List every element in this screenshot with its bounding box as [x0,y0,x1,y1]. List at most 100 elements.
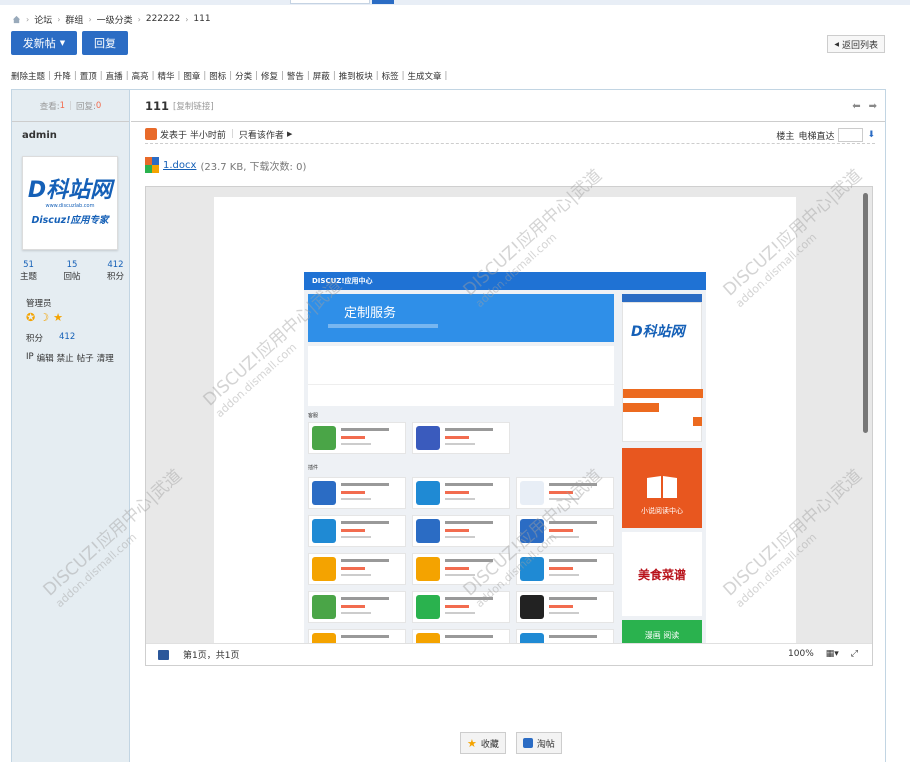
credit-row: 积分 412 [26,332,75,344]
arrow-down-icon[interactable]: ⬇ [867,130,875,140]
viewer-scrollbar[interactable] [863,193,868,433]
mod-action[interactable]: 标签 [382,70,399,82]
mod-action[interactable]: 图章 [183,70,200,82]
post-info: 发表于 半小时前 | 只看该作者 ▶ 楼主 电梯直达 ⬇ [145,128,875,144]
clean-link[interactable]: 清理 [97,352,114,364]
mod-action[interactable]: 图标 [209,70,226,82]
preview-item [412,629,510,644]
preview-side-header [622,294,702,302]
zoom-level[interactable]: 100% [788,649,814,659]
post-time: 发表于 半小时前 [160,130,226,141]
mod-action[interactable]: 屏蔽 [313,70,330,82]
mod-action[interactable]: 推到板块 [339,70,373,82]
chevron-down-icon: ▼ [59,39,66,47]
breadcrumb-separator: › [57,14,61,24]
breadcrumb-separator: › [185,14,189,24]
mod-action[interactable]: 警告 [287,70,304,82]
post-main: 111 [复制链接] ⬅ ➡ 发表于 半小时前 | 只看该作者 ▶ 楼主 电梯直… [40,90,885,762]
preview-side-logo: D科站网 [631,324,685,340]
star-icon: ★ [467,736,477,750]
attachment: 1.docx (23.7 KB, 下载次数: 0) [145,157,306,173]
top-search-strip [0,0,910,5]
author-name[interactable]: admin [12,122,129,149]
avatar[interactable]: D科站网 www.discuzlab.com Discuz!应用专家 [22,156,118,250]
triangle-right-icon: ▶ [286,130,293,138]
book-icon [647,476,677,498]
mod-action[interactable]: 修复 [261,70,278,82]
breadcrumb-item[interactable]: 群组 [65,13,83,26]
mod-action[interactable]: 分类 [235,70,252,82]
mod-action[interactable]: 精华 [157,70,174,82]
new-post-button[interactable]: 发新帖 ▼ [11,31,77,55]
avatar-logo-sub: www.discuzlab.com [45,203,95,209]
preview-item [308,515,406,547]
preview-item [412,515,510,547]
word-icon [158,649,169,660]
preview-site-name: DISCUZ!应用中心 [304,272,706,290]
preview-item [412,553,510,585]
reply-button[interactable]: 回复 [82,31,128,55]
preview-right-column: D科站网 小说阅读中心 美食菜谱 漫画 阅读 [622,294,703,644]
ban-link[interactable]: 禁止 [57,352,74,364]
breadcrumb-separator: › [26,14,30,24]
search-button[interactable] [372,0,394,4]
breadcrumb-item[interactable]: 一级分类 [97,13,133,26]
view-mode-icon[interactable]: ▦▾ [826,649,839,659]
document-viewer: DISCUZ!应用中心 定制服务 客服 插件 D科站网 小说阅读中心 美食菜谱 … [40,166,873,666]
stat-threads[interactable]: 51 主题 [20,260,37,282]
mod-action[interactable]: 生成文章 [407,70,441,82]
new-post-label: 发新帖 [22,37,56,50]
thread-stats: 查看: 1 | 回复: 0 [12,90,129,122]
floor-info: 楼主 电梯直达 ⬇ [776,128,875,142]
breadcrumb-separator: › [88,14,92,24]
prev-thread-icon[interactable]: ⬅ [852,101,860,112]
only-author-link[interactable]: 只看该作者 [239,128,284,141]
mod-action[interactable]: 升降 [54,70,71,82]
preview-item [516,515,614,547]
views-count: 1 [59,100,66,111]
ip-link[interactable]: IP [26,352,34,364]
next-thread-icon[interactable]: ➡ [869,101,877,112]
preview-item [412,477,510,509]
back-to-list-button[interactable]: ◀ 返回列表 [827,35,885,53]
floor-jump-input[interactable] [838,128,864,142]
preview-item [516,629,614,644]
taobao-button[interactable]: 淘帖 [515,732,562,754]
user-group[interactable]: 管理员 [26,297,52,309]
sun-icon: ✪ [26,311,36,324]
mod-action[interactable]: 直播 [106,70,123,82]
avatar-logo: D科站网 [27,178,113,203]
fullscreen-icon[interactable]: ⤢ [851,649,858,659]
mod-action[interactable]: 高亮 [132,70,149,82]
breadcrumb-item[interactable]: 111 [193,14,210,24]
post-frame: 查看: 1 | 回复: 0 admin D科站网 www.discuzlab.c… [11,89,886,762]
views-label: 查看: [39,101,60,112]
copy-link[interactable]: [复制链接] [173,100,214,112]
search-input[interactable] [290,0,370,4]
avatar-tagline: Discuz!应用专家 [31,215,109,226]
preview-item [516,591,614,623]
attachment-meta: (23.7 KB, 下载次数: 0) [200,161,307,173]
favorite-label: 收藏 [480,739,499,750]
mod-action[interactable]: 删除主题 [11,70,45,82]
preview-side-btn [623,403,659,412]
favorite-button[interactable]: ★ 收藏 [460,732,506,754]
preview-section-b: 插件 [308,465,319,471]
stat-replies[interactable]: 15 回帖 [63,260,80,282]
page-info: 第1页，共1页 [183,651,240,661]
edit-link[interactable]: 编辑 [37,352,54,364]
home-icon[interactable] [12,15,21,24]
credit-label: 积分 [26,334,44,344]
preview-banner-title: 定制服务 [344,306,397,321]
breadcrumb-item[interactable]: 222222 [146,14,180,24]
chevron-left-icon: ◀ [834,40,839,48]
breadcrumb-item[interactable]: 论坛 [34,13,52,26]
stat-credits[interactable]: 412 积分 [107,260,124,282]
posts-link[interactable]: 帖子 [77,352,94,364]
preview-item [412,591,510,623]
attachment-name[interactable]: 1.docx [163,160,196,171]
admin-links: IP 编辑 禁止 帖子 清理 [26,352,114,364]
mod-action[interactable]: 置顶 [80,70,97,82]
preview-item [308,422,406,454]
preview-tabs [308,384,614,402]
